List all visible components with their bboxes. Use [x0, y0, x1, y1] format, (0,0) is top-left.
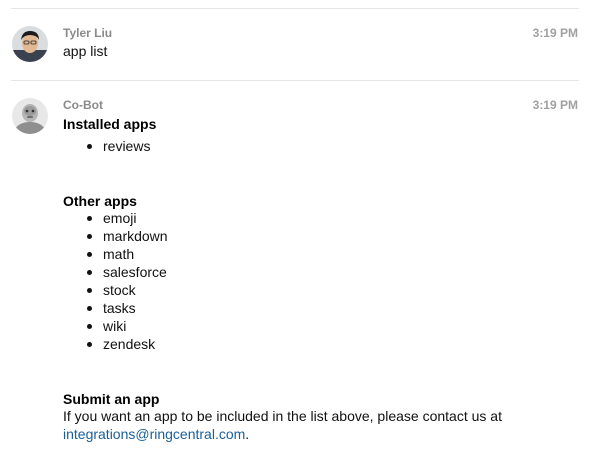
message-text: app list: [63, 43, 108, 59]
user-photo-avatar-icon: [12, 26, 48, 62]
installed-apps-list: reviews: [63, 137, 150, 155]
author-name[interactable]: Tyler Liu: [63, 26, 112, 40]
list-item: reviews: [63, 137, 150, 155]
submit-app-heading: Submit an app: [63, 391, 160, 407]
bullet-icon: [87, 144, 92, 149]
avatar[interactable]: [12, 98, 48, 134]
list-item: math: [63, 245, 168, 263]
submit-app-text: If you want an app to be included in the…: [63, 407, 583, 443]
divider: [11, 8, 579, 9]
other-apps-list: emoji markdown math salesforce stock tas…: [63, 209, 168, 353]
bullet-icon: [87, 288, 92, 293]
installed-apps-heading: Installed apps: [63, 116, 157, 132]
list-item: zendesk: [63, 335, 168, 353]
list-item: salesforce: [63, 263, 168, 281]
bullet-icon: [87, 252, 92, 257]
integrations-email-link[interactable]: integrations@ringcentral.com: [63, 426, 245, 442]
author-name[interactable]: Co-Bot: [63, 98, 103, 112]
submit-text: If you want an app to be included in the…: [63, 408, 502, 424]
list-item: emoji: [63, 209, 168, 227]
bullet-icon: [87, 216, 92, 221]
message-feed: Tyler Liu 3:19 PM app list Co-Bot 3:19 P…: [0, 0, 597, 456]
timestamp: 3:19 PM: [532, 98, 578, 112]
other-apps-heading: Other apps: [63, 193, 137, 209]
bullet-icon: [87, 342, 92, 347]
divider: [11, 80, 579, 81]
avatar[interactable]: [12, 26, 48, 62]
list-item: markdown: [63, 227, 168, 245]
bullet-icon: [87, 270, 92, 275]
timestamp: 3:19 PM: [532, 26, 578, 40]
bullet-icon: [87, 306, 92, 311]
bullet-icon: [87, 324, 92, 329]
list-item: tasks: [63, 299, 168, 317]
list-item: stock: [63, 281, 168, 299]
bullet-icon: [87, 234, 92, 239]
list-item: wiki: [63, 317, 168, 335]
submit-end: .: [245, 426, 250, 442]
robot-avatar-icon: [12, 98, 48, 134]
